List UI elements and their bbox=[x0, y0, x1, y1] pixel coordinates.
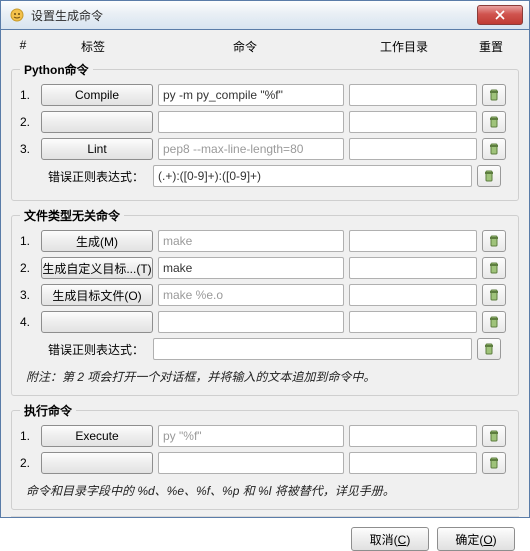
row-number: 1. bbox=[20, 88, 36, 102]
regex-label: 错误正则表达式： bbox=[20, 341, 148, 358]
reset-button[interactable] bbox=[482, 284, 506, 306]
row-number: 3. bbox=[20, 142, 36, 156]
cancel-button[interactable]: 取消(C) bbox=[351, 527, 429, 551]
reset-button[interactable] bbox=[482, 257, 506, 279]
header-command: 命令 bbox=[151, 38, 339, 55]
label-button[interactable]: 生成目标文件(O) bbox=[41, 284, 153, 306]
row-number: 3. bbox=[20, 288, 36, 302]
note-text: 命令和目录字段中的 %d、%e、%f、%p 和 %l 将被替代，详见手册。 bbox=[20, 479, 510, 501]
workdir-input[interactable] bbox=[349, 230, 477, 252]
reset-button[interactable] bbox=[482, 311, 506, 333]
column-headers: # 标签 命令 工作目录 重置 bbox=[11, 36, 519, 61]
titlebar: 设置生成命令 bbox=[0, 0, 530, 30]
ok-button[interactable]: 确定(O) bbox=[437, 527, 515, 551]
section-independent-legend: 文件类型无关命令 bbox=[20, 207, 124, 224]
command-input[interactable]: py -m py_compile "%f" bbox=[158, 84, 344, 106]
row-number: 1. bbox=[20, 429, 36, 443]
workdir-input[interactable] bbox=[349, 111, 477, 133]
regex-label: 错误正则表达式： bbox=[20, 168, 148, 185]
section-python-legend: Python命令 bbox=[20, 61, 93, 78]
row-number: 1. bbox=[20, 234, 36, 248]
row-number: 4. bbox=[20, 315, 36, 329]
close-button[interactable] bbox=[477, 5, 523, 25]
command-input[interactable] bbox=[158, 111, 344, 133]
row-number: 2. bbox=[20, 115, 36, 129]
workdir-input[interactable] bbox=[349, 257, 477, 279]
label-button[interactable]: Compile bbox=[41, 84, 153, 106]
section-independent: 文件类型无关命令 1. 生成(M)make 2. 生成自定义目标...(T)make 3… bbox=[11, 207, 519, 396]
reset-button[interactable] bbox=[482, 452, 506, 474]
reset-button[interactable] bbox=[477, 338, 501, 360]
label-button[interactable] bbox=[41, 311, 153, 333]
label-button[interactable]: Lint bbox=[41, 138, 153, 160]
label-button[interactable] bbox=[41, 452, 153, 474]
command-input[interactable] bbox=[158, 452, 344, 474]
dialog-content: # 标签 命令 工作目录 重置 Python命令 1. Compilepy -m … bbox=[0, 30, 530, 518]
command-input[interactable]: make %e.o bbox=[158, 284, 344, 306]
reset-button[interactable] bbox=[482, 425, 506, 447]
reset-button[interactable] bbox=[477, 165, 501, 187]
workdir-input[interactable] bbox=[349, 84, 477, 106]
footer: 取消(C) 确定(O) bbox=[11, 516, 519, 551]
reset-button[interactable] bbox=[482, 111, 506, 133]
workdir-input[interactable] bbox=[349, 284, 477, 306]
workdir-input[interactable] bbox=[349, 452, 477, 474]
workdir-input[interactable] bbox=[349, 311, 477, 333]
row-number: 2. bbox=[20, 456, 36, 470]
label-button[interactable] bbox=[41, 111, 153, 133]
row-number: 2. bbox=[20, 261, 36, 275]
app-icon bbox=[9, 7, 25, 23]
section-execute: 执行命令 1. Executepy "%f" 2. 命令和目录字段中的 %d、%e、… bbox=[11, 402, 519, 510]
header-label: 标签 bbox=[35, 38, 151, 55]
reset-button[interactable] bbox=[482, 230, 506, 252]
header-workdir: 工作目录 bbox=[339, 38, 469, 55]
label-button[interactable]: 生成自定义目标...(T) bbox=[41, 257, 153, 279]
section-python: Python命令 1. Compilepy -m py_compile "%f" 2… bbox=[11, 61, 519, 201]
label-button[interactable]: Execute bbox=[41, 425, 153, 447]
section-execute-legend: 执行命令 bbox=[20, 402, 76, 419]
regex-input[interactable]: (.+):([0-9]+):([0-9]+) bbox=[153, 165, 472, 187]
workdir-input[interactable] bbox=[349, 425, 477, 447]
reset-button[interactable] bbox=[482, 138, 506, 160]
label-button[interactable]: 生成(M) bbox=[41, 230, 153, 252]
workdir-input[interactable] bbox=[349, 138, 477, 160]
command-input[interactable] bbox=[158, 311, 344, 333]
regex-input[interactable] bbox=[153, 338, 472, 360]
header-num: # bbox=[11, 38, 35, 55]
command-input[interactable]: make bbox=[158, 230, 344, 252]
window-title: 设置生成命令 bbox=[31, 7, 477, 24]
command-input[interactable]: py "%f" bbox=[158, 425, 344, 447]
reset-button[interactable] bbox=[482, 84, 506, 106]
header-reset: 重置 bbox=[469, 38, 519, 55]
command-input[interactable]: make bbox=[158, 257, 344, 279]
command-input[interactable]: pep8 --max-line-length=80 bbox=[158, 138, 344, 160]
note-text: 附注：第 2 项会打开一个对话框，并将输入的文本追加到命令中。 bbox=[20, 365, 510, 387]
